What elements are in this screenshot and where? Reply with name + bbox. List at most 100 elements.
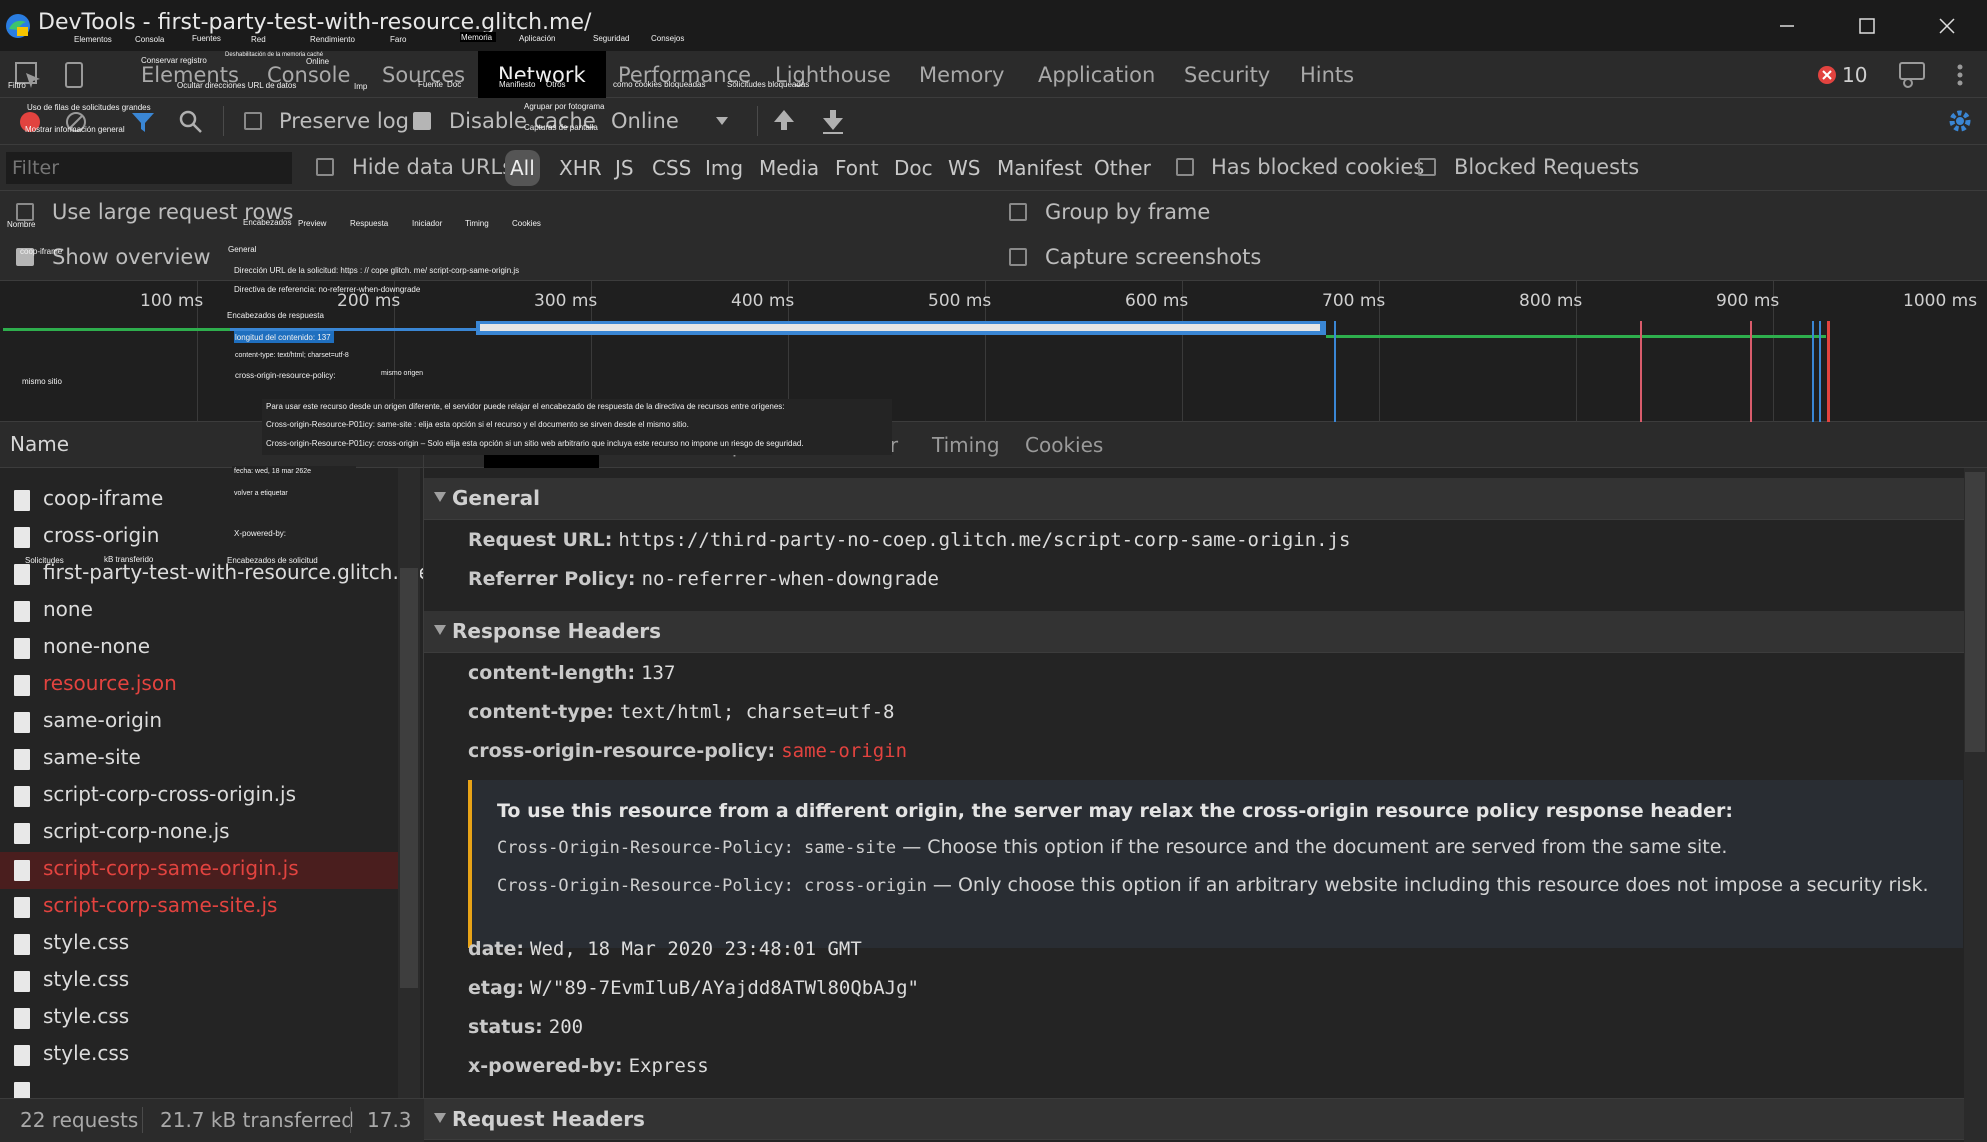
filter-icon[interactable] [130, 110, 156, 134]
content-length-row: content-length: 137 [468, 662, 675, 684]
filter-type-doc[interactable]: Doc [894, 145, 933, 191]
general-title: General [452, 486, 540, 510]
overlay-label: Agrupar por fotograma [524, 102, 605, 111]
group-by-frame-checkbox[interactable] [1009, 203, 1027, 221]
request-headers-section-header[interactable]: Request Headers [424, 1098, 1964, 1140]
filter-type-manifest[interactable]: Manifest [997, 145, 1082, 191]
overlay-label: content-type: text/html; charset=utf-8 [235, 352, 349, 359]
device-toolbar-icon[interactable] [62, 61, 86, 89]
overlay-label: Respuesta [350, 219, 389, 228]
list-item[interactable]: style.css [0, 926, 398, 963]
filter-type-ws[interactable]: WS [948, 145, 980, 191]
blocked-requests-checkbox[interactable] [1418, 158, 1436, 176]
scroll-thumb[interactable] [400, 568, 418, 988]
filter-input[interactable] [6, 152, 292, 184]
tab-performance[interactable]: Performance [618, 51, 751, 98]
list-scrollbar[interactable] [398, 468, 420, 1098]
list-item[interactable]: same-origin [0, 704, 398, 741]
overlay-label: cross-origin-resource-policy: [235, 371, 336, 380]
feedback-icon[interactable] [1898, 61, 1928, 89]
request-name: none [43, 597, 93, 621]
filter-type-other[interactable]: Other [1094, 145, 1151, 191]
tab-hints[interactable]: Hints [1300, 51, 1354, 98]
import-har-icon[interactable] [772, 108, 796, 134]
tab-memory[interactable]: Memory [919, 51, 1004, 98]
tab-application[interactable]: Application [1038, 51, 1155, 98]
list-item[interactable]: same-site [0, 741, 398, 778]
header-value: Wed, 18 Mar 2020 23:48:01 GMT [530, 938, 862, 960]
filter-type-css[interactable]: CSS [652, 145, 691, 191]
overlay-label: Iniciador [412, 219, 443, 228]
hide-data-urls-checkbox[interactable] [316, 158, 334, 176]
group-by-frame-label: Group by frame [1045, 200, 1211, 224]
overlay-label: Red [251, 35, 266, 44]
has-blocked-cookies-checkbox[interactable] [1176, 158, 1194, 176]
list-item[interactable]: script-corp-same-site.js [0, 889, 398, 926]
overlay-label: Imp [354, 82, 368, 91]
file-icon [14, 749, 30, 770]
list-item[interactable]: style.css [0, 1000, 398, 1037]
response-headers-section-header[interactable]: Response Headers [424, 611, 1964, 653]
overlay-label: Consola [135, 35, 165, 44]
corp-help-callout: To use this resource from a different or… [468, 780, 1963, 948]
preserve-log-checkbox[interactable] [244, 112, 262, 130]
tick-label: 100 ms [140, 291, 204, 311]
list-item[interactable]: none [0, 593, 398, 630]
scroll-thumb[interactable] [1965, 472, 1985, 752]
general-section-header[interactable]: General [424, 478, 1964, 520]
more-options-icon[interactable] [1955, 63, 1965, 89]
list-item[interactable]: none-none [0, 630, 398, 667]
tab-security[interactable]: Security [1184, 51, 1270, 98]
file-icon [14, 934, 30, 955]
close-window-button[interactable] [1907, 0, 1987, 51]
divider [350, 1107, 351, 1133]
capture-screenshots-checkbox[interactable] [1009, 248, 1027, 266]
list-item-partial[interactable] [0, 1074, 398, 1098]
overlay-label: Faro [390, 35, 407, 44]
list-item[interactable]: script-corp-none.js [0, 815, 398, 852]
filter-type-js[interactable]: JS [615, 145, 634, 191]
header-key: Request URL: [468, 529, 613, 551]
filter-type-xhr[interactable]: XHR [559, 145, 602, 191]
etag-row: etag: W/"89-7EvmIluB/AYajdd8ATWl80QbAJg" [468, 977, 919, 999]
gear-icon[interactable] [1947, 108, 1973, 134]
list-item[interactable]: script-corp-cross-origin.js [0, 778, 398, 815]
powered-by-row: x-powered-by: Express [468, 1055, 709, 1077]
file-icon [14, 971, 30, 992]
header-value: no-referrer-when-downgrade [641, 568, 939, 590]
tab-network[interactable]: Network [478, 51, 606, 98]
export-har-icon[interactable] [821, 108, 845, 134]
tab-sources[interactable]: Sources [382, 51, 465, 98]
list-item[interactable]: cross-origin [0, 519, 398, 556]
list-item-selected[interactable]: script-corp-same-origin.js [0, 852, 398, 889]
status-row: status: 200 [468, 1016, 583, 1038]
content-type-row: content-type: text/html; charset=utf-8 [468, 701, 894, 723]
disable-cache-checkbox[interactable] [413, 112, 431, 130]
tab-timing[interactable]: Timing [932, 422, 1000, 468]
throttling-select[interactable]: Online [611, 104, 741, 138]
header-value: 137 [641, 662, 676, 684]
filter-type-img[interactable]: Img [705, 145, 743, 191]
search-icon[interactable] [178, 109, 204, 135]
issues-counter[interactable]: 10 [1818, 63, 1888, 87]
list-item[interactable]: resource.json [0, 667, 398, 704]
overlay-label: volver a etiquetar [234, 490, 288, 497]
filter-type-font[interactable]: Font [835, 145, 879, 191]
filter-type-all[interactable]: All [505, 150, 540, 186]
tab-lighthouse[interactable]: Lighthouse [775, 51, 891, 98]
maximize-button[interactable] [1827, 0, 1907, 51]
filter-type-media[interactable]: Media [759, 145, 819, 191]
tick-label: 500 ms [928, 291, 992, 311]
list-item[interactable]: style.css [0, 1037, 398, 1074]
load-line [1750, 321, 1752, 422]
large-rows-checkbox[interactable] [16, 203, 34, 221]
tick-label: 800 ms [1519, 291, 1583, 311]
header-key: Referrer Policy: [468, 568, 636, 590]
overlay-label: Otros [546, 80, 566, 89]
tab-cookies[interactable]: Cookies [1025, 422, 1103, 468]
list-item[interactable]: style.css [0, 963, 398, 1000]
overlay-label: Directiva de referencia: no-referrer-whe… [234, 285, 421, 294]
list-item[interactable]: coop-iframe [0, 482, 398, 519]
minimize-button[interactable] [1747, 0, 1827, 51]
capture-screenshots-label: Capture screenshots [1045, 245, 1262, 269]
